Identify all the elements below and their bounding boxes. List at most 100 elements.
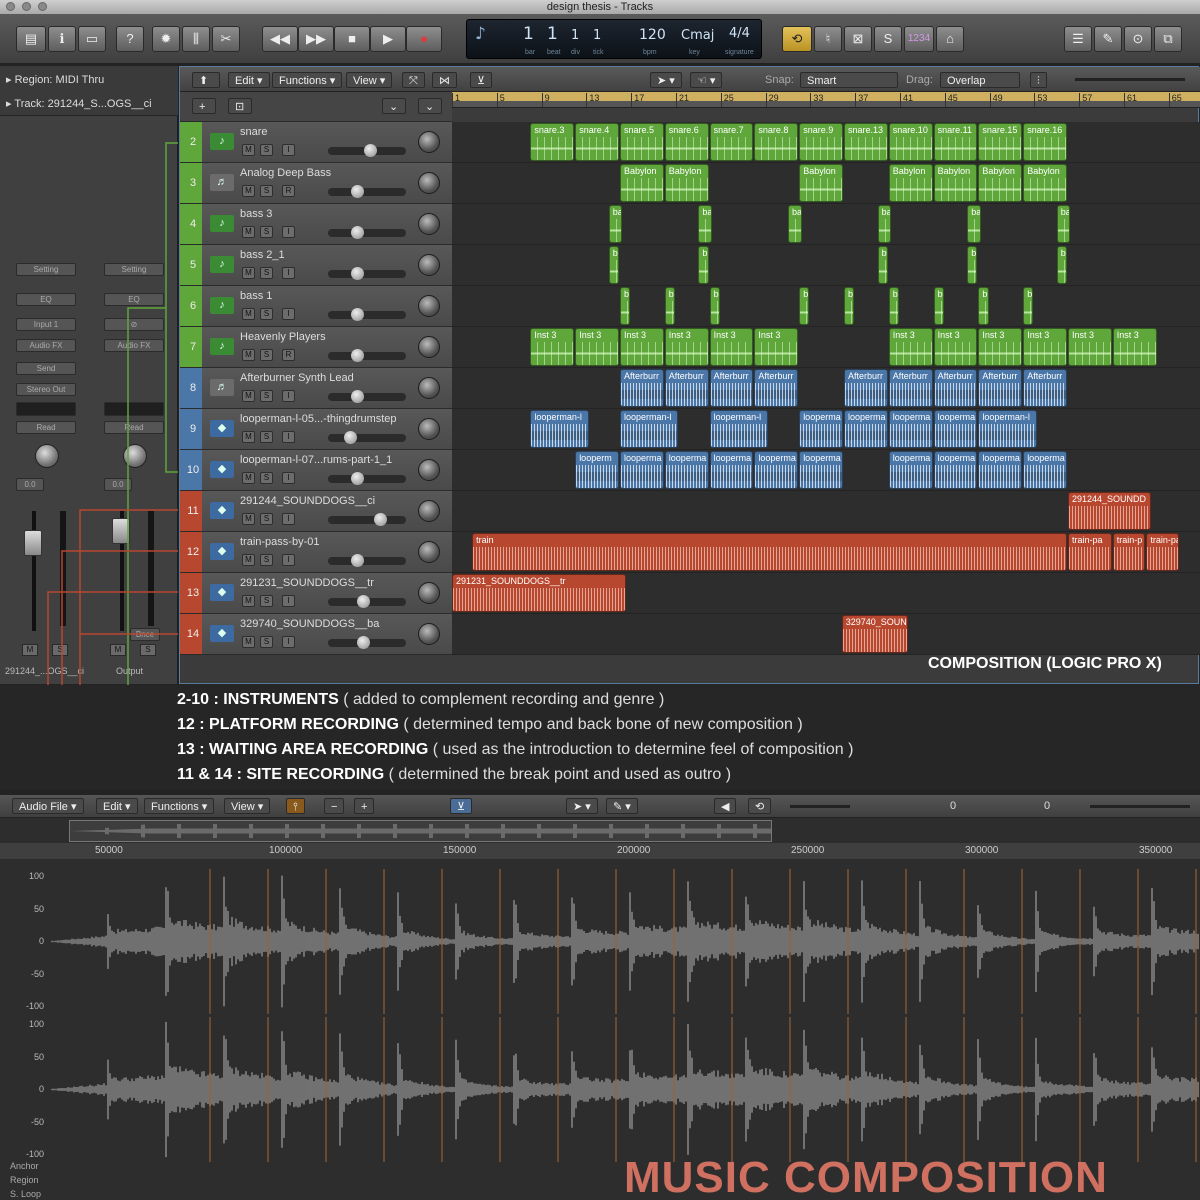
track-lane[interactable]: ba ba ba ba ba ba <box>452 204 1200 245</box>
volume-slider-handle[interactable] <box>357 595 370 608</box>
track-volume-slider[interactable] <box>328 267 406 280</box>
region[interactable]: Inst 3 <box>664 328 709 366</box>
toolbar-toggle-button[interactable]: ▭ <box>78 26 106 52</box>
region[interactable]: Inst 3 <box>709 328 754 366</box>
track-pan-knob[interactable] <box>418 418 440 440</box>
close-window-icon[interactable] <box>6 2 15 11</box>
track-volume-slider[interactable] <box>328 431 406 444</box>
track-mute-button[interactable]: M <box>242 308 255 320</box>
smart-controls-button[interactable]: ✹ <box>152 26 180 52</box>
record-button[interactable]: ● <box>406 26 442 52</box>
solo-strip-button[interactable]: S <box>52 644 68 656</box>
track-lane[interactable]: bbbbb <box>452 245 1200 286</box>
track-solo-button[interactable]: S <box>260 390 273 402</box>
editor-view-menu[interactable]: View ▾ <box>224 798 271 814</box>
volume-slider-handle[interactable] <box>351 349 364 362</box>
library-button[interactable]: ▤ <box>16 26 46 52</box>
solo-strip-button[interactable]: S <box>140 644 156 656</box>
region[interactable]: train-pa <box>1146 533 1179 571</box>
snap-dropdown[interactable]: Smart <box>800 72 898 88</box>
region[interactable]: snare.13 <box>844 123 888 161</box>
track-options-button[interactable]: ⌄ <box>382 98 406 114</box>
count-in-button[interactable]: 1234 <box>904 26 934 52</box>
track-input-monitor-button[interactable]: I <box>282 513 295 525</box>
automation-mode-button[interactable]: Read <box>104 421 164 434</box>
track-solo-button[interactable]: S <box>260 144 273 156</box>
track-solo-button[interactable]: S <box>260 472 273 484</box>
region[interactable]: looperma <box>709 451 754 489</box>
track-pan-knob[interactable] <box>418 582 440 604</box>
region[interactable]: looperm <box>575 451 619 489</box>
track-solo-button[interactable]: S <box>260 554 273 566</box>
browsers-button[interactable]: ⧉ <box>1154 26 1182 52</box>
region[interactable]: ba <box>1056 205 1071 243</box>
volume-slider-handle[interactable] <box>351 390 364 403</box>
editor-filter-button[interactable]: ⊻ <box>450 798 473 814</box>
volume-slider-handle[interactable] <box>344 431 357 444</box>
region[interactable]: train-pa <box>1068 533 1112 571</box>
volume-slider-handle[interactable] <box>351 226 364 239</box>
track-header[interactable]: 10 ◆ looperman-l-07...rums-part-1_1 M S I <box>180 450 452 491</box>
region[interactable]: Inst 3 <box>1112 328 1157 366</box>
track-lane[interactable]: snare.3 snare.4 snare.5 snare.6 snare.7 snare… <box>452 122 1200 163</box>
waveform-right[interactable] <box>50 1017 1200 1162</box>
track-name[interactable]: Heavenly Players <box>240 331 326 343</box>
region[interactable]: Inst 3 <box>754 328 799 366</box>
link-button[interactable]: ⊘ <box>104 318 164 331</box>
editor-zoom-slider[interactable] <box>1090 805 1190 808</box>
region[interactable]: looperman-l <box>978 410 1037 448</box>
bounce-button[interactable]: Bnce <box>130 628 160 641</box>
region[interactable]: Inst 3 <box>575 328 619 366</box>
track-mute-button[interactable]: M <box>242 431 255 443</box>
track-solo-button[interactable]: S <box>260 349 273 361</box>
region[interactable]: b <box>967 246 978 284</box>
region[interactable]: looperma <box>933 410 978 448</box>
region[interactable]: looperma <box>978 451 1023 489</box>
track-record-button[interactable]: R <box>282 185 295 197</box>
track-pan-knob[interactable] <box>418 172 440 194</box>
track-lane[interactable]: 329740_SOUN <box>452 614 1200 655</box>
new-folder-button[interactable]: ⊡ <box>228 98 252 114</box>
track-lane[interactable]: train train-pa train-p train-pa <box>452 532 1200 573</box>
track-input-monitor-button[interactable]: I <box>282 390 295 402</box>
track-solo-button[interactable]: S <box>260 595 273 607</box>
metronome-button[interactable]: ⌂ <box>936 26 964 52</box>
secondary-tool-menu[interactable]: ☜ ▾ <box>690 72 723 88</box>
track-solo-button[interactable]: S <box>260 226 273 238</box>
track-input-monitor-button[interactable]: I <box>282 267 295 279</box>
track-solo-button[interactable]: S <box>260 431 273 443</box>
track-lane[interactable]: 291231_SOUNDDOGS__tr <box>452 573 1200 614</box>
track-mute-button[interactable]: M <box>242 554 255 566</box>
volume-slider-handle[interactable] <box>364 144 377 157</box>
track-name[interactable]: looperman-l-05...-thingdrumstep <box>240 413 397 425</box>
track-name[interactable]: 291231_SOUNDDOGS__tr <box>240 577 374 589</box>
track-pan-knob[interactable] <box>418 459 440 481</box>
track-header[interactable]: 7 ♪ Heavenly Players M S R <box>180 327 452 368</box>
track-name[interactable]: snare <box>240 126 268 138</box>
cycle-button[interactable]: ⟲ <box>782 26 812 52</box>
track-name[interactable]: Analog Deep Bass <box>240 167 331 179</box>
lcd-display[interactable]: ♪ 1 1 1 1 120 Cmaj 4/4 bar beat div tick… <box>466 19 762 59</box>
editor-pencil-tool[interactable]: ✎ ▾ <box>606 798 638 814</box>
region[interactable]: Afterburr <box>844 369 888 407</box>
track-input-monitor-button[interactable]: I <box>282 472 295 484</box>
track-name[interactable]: train-pass-by-01 <box>240 536 319 548</box>
track-pan-knob[interactable] <box>418 254 440 276</box>
rewind-button[interactable]: ◀◀ <box>262 26 298 52</box>
pan-knob[interactable] <box>123 444 147 468</box>
region[interactable]: b <box>877 246 888 284</box>
track-name[interactable]: bass 3 <box>240 208 272 220</box>
region[interactable]: b <box>933 287 944 325</box>
send-slot[interactable]: Send <box>16 362 76 375</box>
track-header[interactable]: 5 ♪ bass 2_1 M S I <box>180 245 452 286</box>
track-pan-knob[interactable] <box>418 541 440 563</box>
track-solo-button[interactable]: S <box>260 267 273 279</box>
region[interactable]: train <box>472 533 1067 571</box>
volume-slider-handle[interactable] <box>351 185 364 198</box>
track-lane[interactable]: bbbbbbbbb <box>452 286 1200 327</box>
region[interactable]: snare.5 <box>620 123 664 161</box>
pointer-tool-menu[interactable]: ➤ ▾ <box>650 72 682 88</box>
region[interactable]: b <box>709 287 720 325</box>
functions-menu[interactable]: Functions ▾ <box>272 72 343 88</box>
region[interactable]: Afterburr <box>933 369 978 407</box>
